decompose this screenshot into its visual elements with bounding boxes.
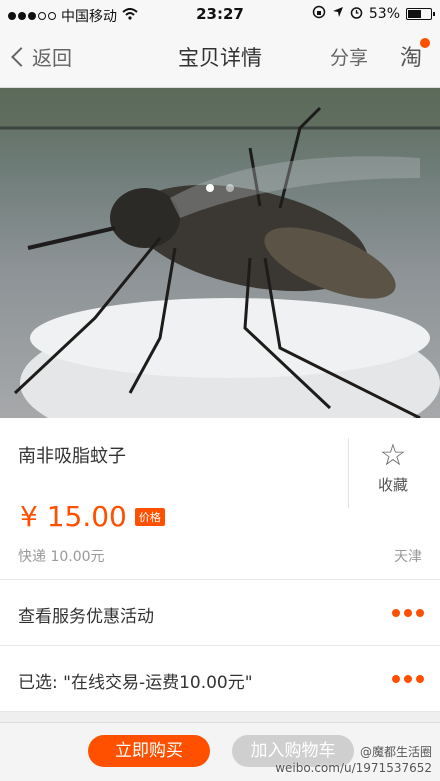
watermark-url: weibo.com/u/1971537652 (275, 761, 432, 775)
service-promotions-label: 查看服务优惠活动 (18, 607, 154, 627)
notification-badge (420, 38, 430, 48)
watermark-handle: @魔都生活圈 (359, 745, 432, 759)
more-dots-icon (392, 609, 424, 617)
product-info: 南非吸脂蚊子 ☆ 收藏 ¥ 15.00 价格 快递 10.00元 天津 (0, 418, 440, 580)
product-name: 南非吸脂蚊子 (18, 446, 126, 467)
selected-options-row[interactable]: 已选: "在线交易-运费10.00元" (0, 646, 440, 712)
ship-from-location: 天津 (394, 549, 422, 565)
divider (348, 438, 349, 508)
favorite-label: 收藏 (377, 476, 408, 494)
status-right: 53% (312, 5, 435, 23)
product-price: ¥ 15.00 (20, 500, 127, 533)
location-icon (332, 6, 344, 22)
pager-dot (226, 184, 234, 192)
buy-now-button[interactable]: 立即购买 (88, 735, 210, 767)
service-promotions-row[interactable]: 查看服务优惠活动 (0, 580, 440, 646)
nav-bar: 返回 宝贝详情 分享 淘 (0, 28, 440, 88)
shipping-fee: 快递 10.00元 (18, 549, 105, 565)
section-gap (0, 712, 440, 722)
alarm-icon (350, 6, 363, 23)
price-row: ¥ 15.00 价格 (20, 500, 165, 533)
selected-options-label: 已选: "在线交易-运费10.00元" (18, 673, 253, 693)
more-dots-icon (392, 675, 424, 683)
status-bar: 中国移动 23:27 53% (0, 0, 440, 28)
battery-icon (406, 8, 435, 20)
bottom-action-bar: 立即购买 加入购物车 @魔都生活圈 weibo.com/u/1971537652 (0, 722, 440, 781)
page-title: 宝贝详情 (178, 46, 262, 70)
pager-dot-active (206, 184, 214, 192)
price-tag-badge: 价格 (134, 507, 165, 526)
rotation-lock-icon (312, 5, 326, 23)
share-button[interactable]: 分享 (330, 43, 368, 70)
star-icon: ☆ (379, 438, 407, 473)
battery-percent: 53% (368, 6, 400, 22)
favorite-button[interactable]: ☆ 收藏 (360, 440, 426, 495)
taobao-menu-button[interactable]: 淘 (396, 38, 430, 71)
mosquito-photo (0, 88, 440, 418)
taobao-icon: 淘 (399, 46, 422, 71)
gallery-pager (0, 184, 440, 192)
product-image-gallery[interactable] (0, 88, 440, 418)
